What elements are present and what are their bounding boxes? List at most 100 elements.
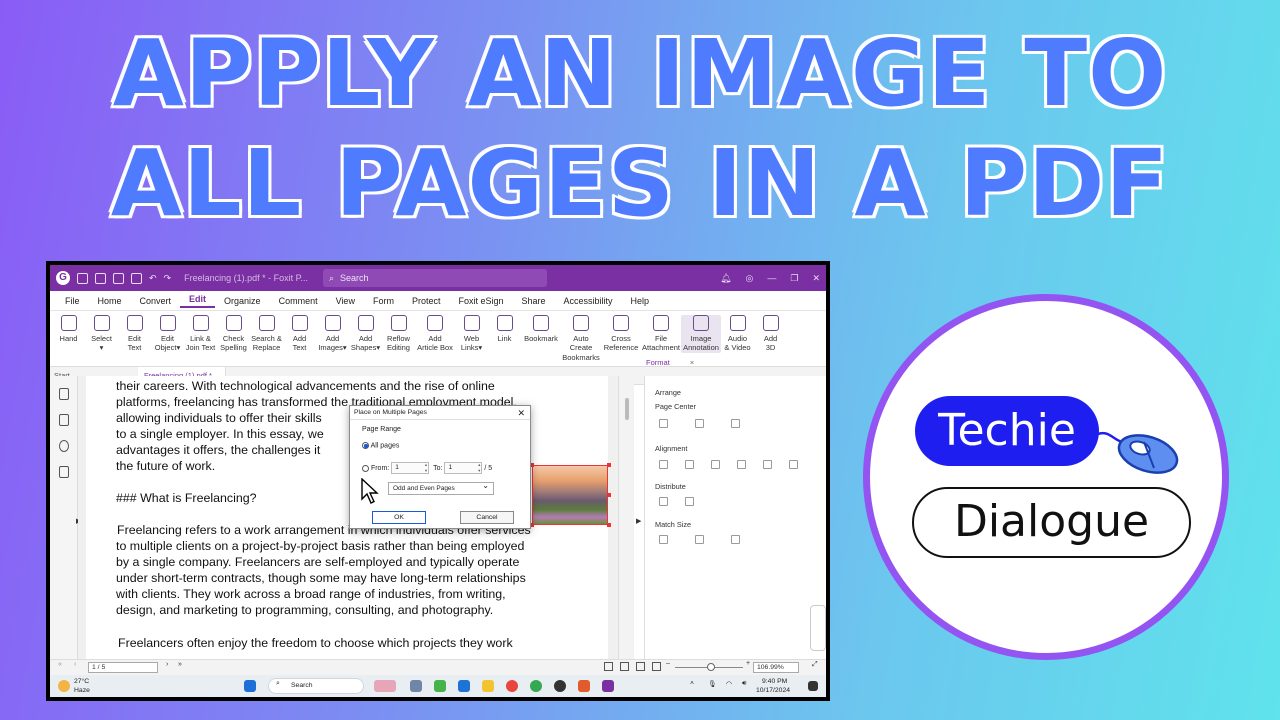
menu-home[interactable]: Home [89, 296, 131, 306]
link-button[interactable]: Link [488, 315, 521, 343]
menu-convert[interactable]: Convert [131, 296, 181, 306]
match-width-icon[interactable] [659, 535, 668, 544]
fullscreen-icon[interactable]: ⤢ [812, 661, 818, 669]
from-to-option[interactable]: From: 1 To: 1 / 5 [362, 462, 492, 474]
prev-page-icon[interactable]: ‹ [74, 661, 76, 668]
menu-protect[interactable]: Protect [403, 296, 450, 306]
from-input[interactable]: 1 [391, 462, 430, 474]
center-both-icon[interactable] [731, 419, 740, 428]
bookmark-button[interactable]: Bookmark [521, 315, 561, 343]
cross-reference-button[interactable]: Cross Reference [601, 315, 641, 353]
image-annotation-button[interactable]: Image Annotation [681, 315, 721, 353]
page-subset-select[interactable]: Odd and Even Pages [388, 480, 494, 495]
align-top-icon[interactable] [737, 460, 746, 469]
align-left-icon[interactable] [659, 460, 668, 469]
cancel-button[interactable]: Cancel [460, 511, 514, 524]
from-radio[interactable] [362, 464, 369, 472]
new-icon[interactable] [131, 272, 142, 284]
reflow-editing-button[interactable]: Reflow Editing [382, 315, 415, 353]
format-close-icon[interactable]: × [690, 358, 694, 367]
open-icon[interactable] [77, 272, 88, 284]
notification-icon[interactable] [808, 681, 818, 691]
foxit-taskbar-icon[interactable] [602, 680, 614, 692]
edit-object-button[interactable]: Edit Object▾ [151, 315, 184, 353]
zoom-out-icon[interactable]: – [666, 660, 670, 667]
all-pages-option[interactable]: All pages [362, 442, 399, 449]
match-both-icon[interactable] [731, 535, 740, 544]
weather-icon[interactable] [58, 680, 70, 692]
align-bottom-icon[interactable] [789, 460, 798, 469]
side-assistant-widget[interactable] [810, 605, 826, 651]
comments-panel-icon[interactable] [58, 440, 69, 452]
ok-button[interactable]: OK [372, 511, 426, 524]
resize-handle[interactable] [607, 463, 611, 467]
menu-organize[interactable]: Organize [215, 296, 270, 306]
zoom-slider-knob[interactable] [707, 663, 715, 671]
pages-panel-icon[interactable] [58, 414, 69, 426]
auto-create-bookmarks-button[interactable]: Auto Create Bookmarks [561, 315, 601, 362]
clock-date[interactable]: 10/17/2024 [756, 687, 790, 694]
file-attachment-button[interactable]: File Attachment [641, 315, 681, 353]
vertical-scrollbar[interactable] [618, 376, 634, 659]
center-horizontal-icon[interactable] [659, 419, 668, 428]
search-input[interactable]: ⌕ Search [322, 269, 547, 287]
hand-tool-button[interactable]: Hand [52, 315, 85, 343]
wifi-icon[interactable]: ◠ [726, 680, 732, 688]
collapse-right-icon[interactable]: ▶ [636, 517, 641, 525]
menu-help[interactable]: Help [622, 296, 659, 306]
web-links-button[interactable]: Web Links▾ [455, 315, 488, 353]
search-replace-button[interactable]: Search & Replace [250, 315, 283, 353]
menu-view[interactable]: View [327, 296, 364, 306]
media-player-icon[interactable] [554, 680, 566, 692]
menu-share[interactable]: Share [513, 296, 555, 306]
recorder-icon[interactable] [578, 680, 590, 692]
check-spelling-button[interactable]: Check Spelling [217, 315, 250, 353]
distribute-vertical-icon[interactable] [685, 497, 694, 506]
print-icon[interactable] [113, 272, 124, 284]
chrome-icon[interactable] [506, 680, 518, 692]
menu-accessibility[interactable]: Accessibility [555, 296, 622, 306]
camtasia-icon[interactable] [434, 680, 446, 692]
match-height-icon[interactable] [695, 535, 704, 544]
menu-comment[interactable]: Comment [270, 296, 327, 306]
distribute-horizontal-icon[interactable] [659, 497, 668, 506]
zoom-input[interactable]: 106.99% [753, 662, 799, 673]
facing-icon[interactable] [636, 662, 645, 671]
single-page-icon[interactable] [604, 662, 613, 671]
align-middle-icon[interactable] [763, 460, 772, 469]
undo-icon[interactable]: ↶ [149, 273, 157, 284]
center-vertical-icon[interactable] [695, 419, 704, 428]
dialog-close-icon[interactable]: ✕ [517, 406, 525, 420]
microphone-icon[interactable]: 🎙︎ [708, 680, 717, 688]
last-page-icon[interactable]: » [178, 661, 182, 668]
align-right-icon[interactable] [711, 460, 720, 469]
minimize-icon[interactable]: — [767, 273, 776, 283]
menu-foxit-esign[interactable]: Foxit eSign [449, 296, 512, 306]
edit-text-button[interactable]: Edit Text [118, 315, 151, 353]
menu-file[interactable]: File [56, 296, 89, 306]
link-join-text-button[interactable]: Link & Join Text [184, 315, 217, 353]
zoom-in-icon[interactable]: + [746, 660, 750, 667]
widget-icon[interactable] [374, 680, 396, 692]
to-input[interactable]: 1 [444, 462, 483, 474]
scroll-thumb[interactable] [624, 398, 629, 420]
menu-edit[interactable]: Edit [180, 294, 216, 308]
add-images-button[interactable]: Add Images▾ [316, 315, 349, 353]
chrome-profile-icon[interactable] [530, 680, 542, 692]
select-tool-button[interactable]: Select ▾ [85, 315, 118, 353]
redo-icon[interactable]: ↷ [164, 273, 172, 284]
add-article-box-button[interactable]: Add Article Box [415, 315, 455, 353]
clock-time[interactable]: 9:40 PM [762, 678, 787, 685]
task-view-icon[interactable] [410, 680, 422, 692]
start-icon[interactable] [244, 680, 256, 692]
bookmark-panel-icon[interactable] [58, 388, 69, 400]
audio-video-button[interactable]: Audio & Video [721, 315, 754, 353]
restore-icon[interactable]: ❐ [790, 273, 798, 284]
add-3d-button[interactable]: Add 3D [754, 315, 787, 353]
next-page-icon[interactable]: › [166, 661, 168, 668]
skype-icon[interactable] [458, 680, 470, 692]
save-icon[interactable] [95, 272, 106, 284]
close-icon[interactable]: ✕ [812, 273, 820, 284]
volume-icon[interactable]: 🔊︎ [742, 680, 746, 688]
resize-handle[interactable] [607, 523, 611, 527]
